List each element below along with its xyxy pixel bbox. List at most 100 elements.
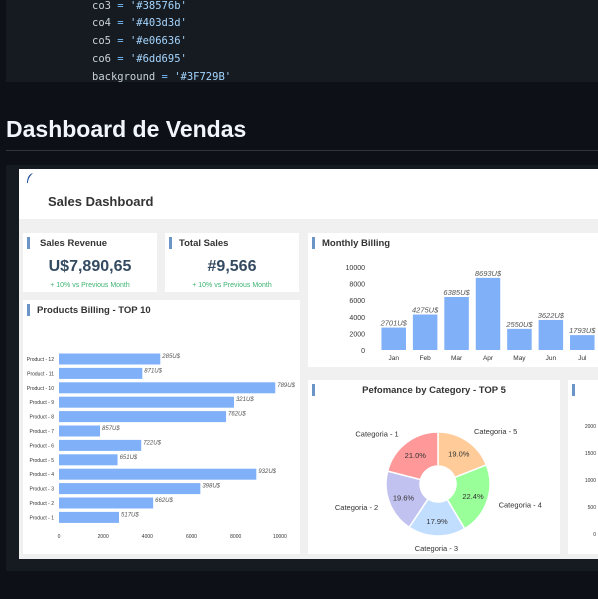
dashboard-header: Sales Dashboard	[19, 169, 598, 219]
monthly-billing-card: Monthly Billing 0 2000 4000 6000 8000 10000 27…	[308, 233, 598, 367]
code-line: co6 = '#6dd695'	[92, 53, 187, 65]
data-label: 517U$	[121, 512, 139, 518]
data-label: 722U$	[143, 440, 161, 446]
y-tick-label: 4000	[349, 315, 365, 322]
x-tick-label: 8000	[230, 534, 241, 540]
y-tick-label: Product - 1	[30, 515, 55, 521]
data-label: 857U$	[102, 426, 120, 432]
y-tick-label: 10000	[346, 265, 366, 272]
slice-category-label: Categoria - 4	[499, 501, 542, 510]
x-tick-label: 6000	[186, 534, 197, 540]
bar	[59, 483, 201, 495]
products-billing-chart: Product - 12 285U$ Product - 11 871U$ Produc…	[27, 353, 296, 540]
slice-value-label: 22.4%	[462, 492, 484, 501]
partial-chart-card: 2000 1500 1000 500 0	[568, 380, 598, 554]
y-tick-label: Product - 9	[30, 400, 55, 406]
y-tick-label: Product - 5	[30, 458, 55, 464]
slice-value-label: 19.6%	[393, 493, 415, 502]
heading-divider	[6, 150, 598, 151]
slice-category-label: Categoria - 1	[355, 429, 398, 438]
data-label: 1793U$	[569, 326, 596, 335]
sales-revenue-card: Sales Revenue U$7,890,65 + 10% vs Previo…	[23, 233, 157, 292]
x-tick-label: 2000	[98, 534, 109, 540]
total-sales-card: Total Sales #9,566 + 10% vs Previous Mon…	[165, 233, 299, 292]
dashboard: Sales Dashboard Sales Revenue U$7,890,65…	[19, 169, 598, 559]
card-title: Total Sales	[179, 238, 229, 249]
y-tick-label: 1500	[585, 451, 596, 457]
data-label: 285U$	[161, 354, 180, 360]
x-tick-label: Jan	[388, 355, 399, 362]
plume-icon[interactable]	[25, 172, 35, 184]
bar	[59, 425, 101, 437]
y-tick-label: Product - 6	[30, 443, 55, 449]
y-tick-label: 6000	[349, 298, 365, 305]
x-tick-label: Apr	[483, 355, 494, 362]
bar	[538, 319, 564, 350]
y-tick-label: 8000	[349, 282, 365, 289]
kpi-value: #9,566	[207, 258, 257, 275]
data-label: 871U$	[144, 368, 162, 374]
data-label: 932U$	[258, 469, 276, 475]
y-tick-label: Product - 7	[30, 429, 55, 435]
slice-value-label: 21.0%	[405, 451, 427, 460]
slice-category-label: Categoria - 3	[415, 544, 458, 553]
bar	[475, 277, 501, 350]
y-tick-label: 2000	[585, 424, 596, 430]
bar	[59, 497, 154, 509]
data-label: 762U$	[228, 412, 246, 418]
data-label: 4275U$	[412, 306, 439, 315]
data-label: 789U$	[277, 383, 295, 389]
code-line: background = '#3F729B'	[92, 71, 232, 83]
x-tick-label: Mar	[451, 355, 463, 362]
x-tick-label: 4000	[142, 534, 153, 540]
bar	[59, 353, 161, 365]
y-tick-label: 1000	[585, 478, 596, 484]
kpi-value: U$7,890,65	[48, 258, 132, 275]
y-tick-label: 2000	[349, 331, 365, 338]
y-tick-label: Product - 4	[30, 472, 55, 478]
y-tick-label: 0	[361, 348, 365, 355]
bar	[59, 367, 143, 379]
monthly-billing-chart: 0 2000 4000 6000 8000 10000 2701U$ Jan 4275U$ Feb…	[346, 265, 597, 362]
kpi-change: + 10% vs Previous Month	[50, 282, 130, 289]
products-billing-card: Products Billing - TOP 10 Product - 12 28…	[23, 300, 300, 554]
bar	[59, 468, 257, 480]
code-line: co4 = '#403d3d'	[92, 17, 187, 29]
y-tick-label: 500	[588, 505, 597, 511]
data-label: 2550U$	[505, 320, 533, 329]
code-line: co5 = '#e06636'	[92, 35, 187, 47]
category-donut-chart: 19.0% Categoria - 5 22.4% Categoria - 4 17.9…	[335, 427, 542, 553]
bar	[59, 439, 142, 451]
dashboard-title: Sales Dashboard	[48, 194, 154, 209]
y-tick-label: 0	[593, 532, 596, 538]
slice-category-label: Categoria - 5	[474, 427, 517, 436]
slice-value-label: 19.0%	[448, 449, 470, 458]
category-performance-card: Pefomance by Category - TOP 5 19.0% Categ…	[308, 380, 560, 554]
slice-value-label: 17.9%	[426, 517, 448, 526]
code-line: co3 = '#38576b'	[92, 0, 187, 12]
kpi-change: + 10% vs Previous Month	[192, 282, 272, 289]
bar	[444, 297, 469, 350]
y-tick-label: Product - 8	[30, 415, 55, 421]
data-label: 2701U$	[380, 319, 408, 328]
bar	[412, 314, 438, 350]
x-tick-label: 0	[58, 534, 61, 540]
x-tick-label: Jul	[578, 355, 587, 362]
bar	[59, 511, 120, 523]
y-tick-label: Product - 11	[27, 371, 54, 377]
bar	[59, 454, 118, 466]
bar	[59, 382, 276, 394]
data-label: 6385U$	[443, 288, 470, 297]
bar	[59, 396, 234, 408]
card-accent	[169, 237, 172, 249]
y-tick-label: Product - 2	[30, 501, 55, 507]
data-label: 3622U$	[538, 311, 565, 320]
data-label: 662U$	[155, 498, 173, 504]
slice-category-label: Categoria - 2	[335, 503, 378, 512]
code-cell[interactable]: co3 = '#38576b' co4 = '#403d3d' co5 = '#…	[6, 0, 598, 83]
bar	[59, 411, 227, 423]
y-tick-label: Product - 3	[30, 487, 55, 493]
x-tick-label: May	[513, 355, 526, 362]
data-label: 651U$	[120, 455, 138, 461]
x-tick-label: Jun	[546, 355, 557, 362]
